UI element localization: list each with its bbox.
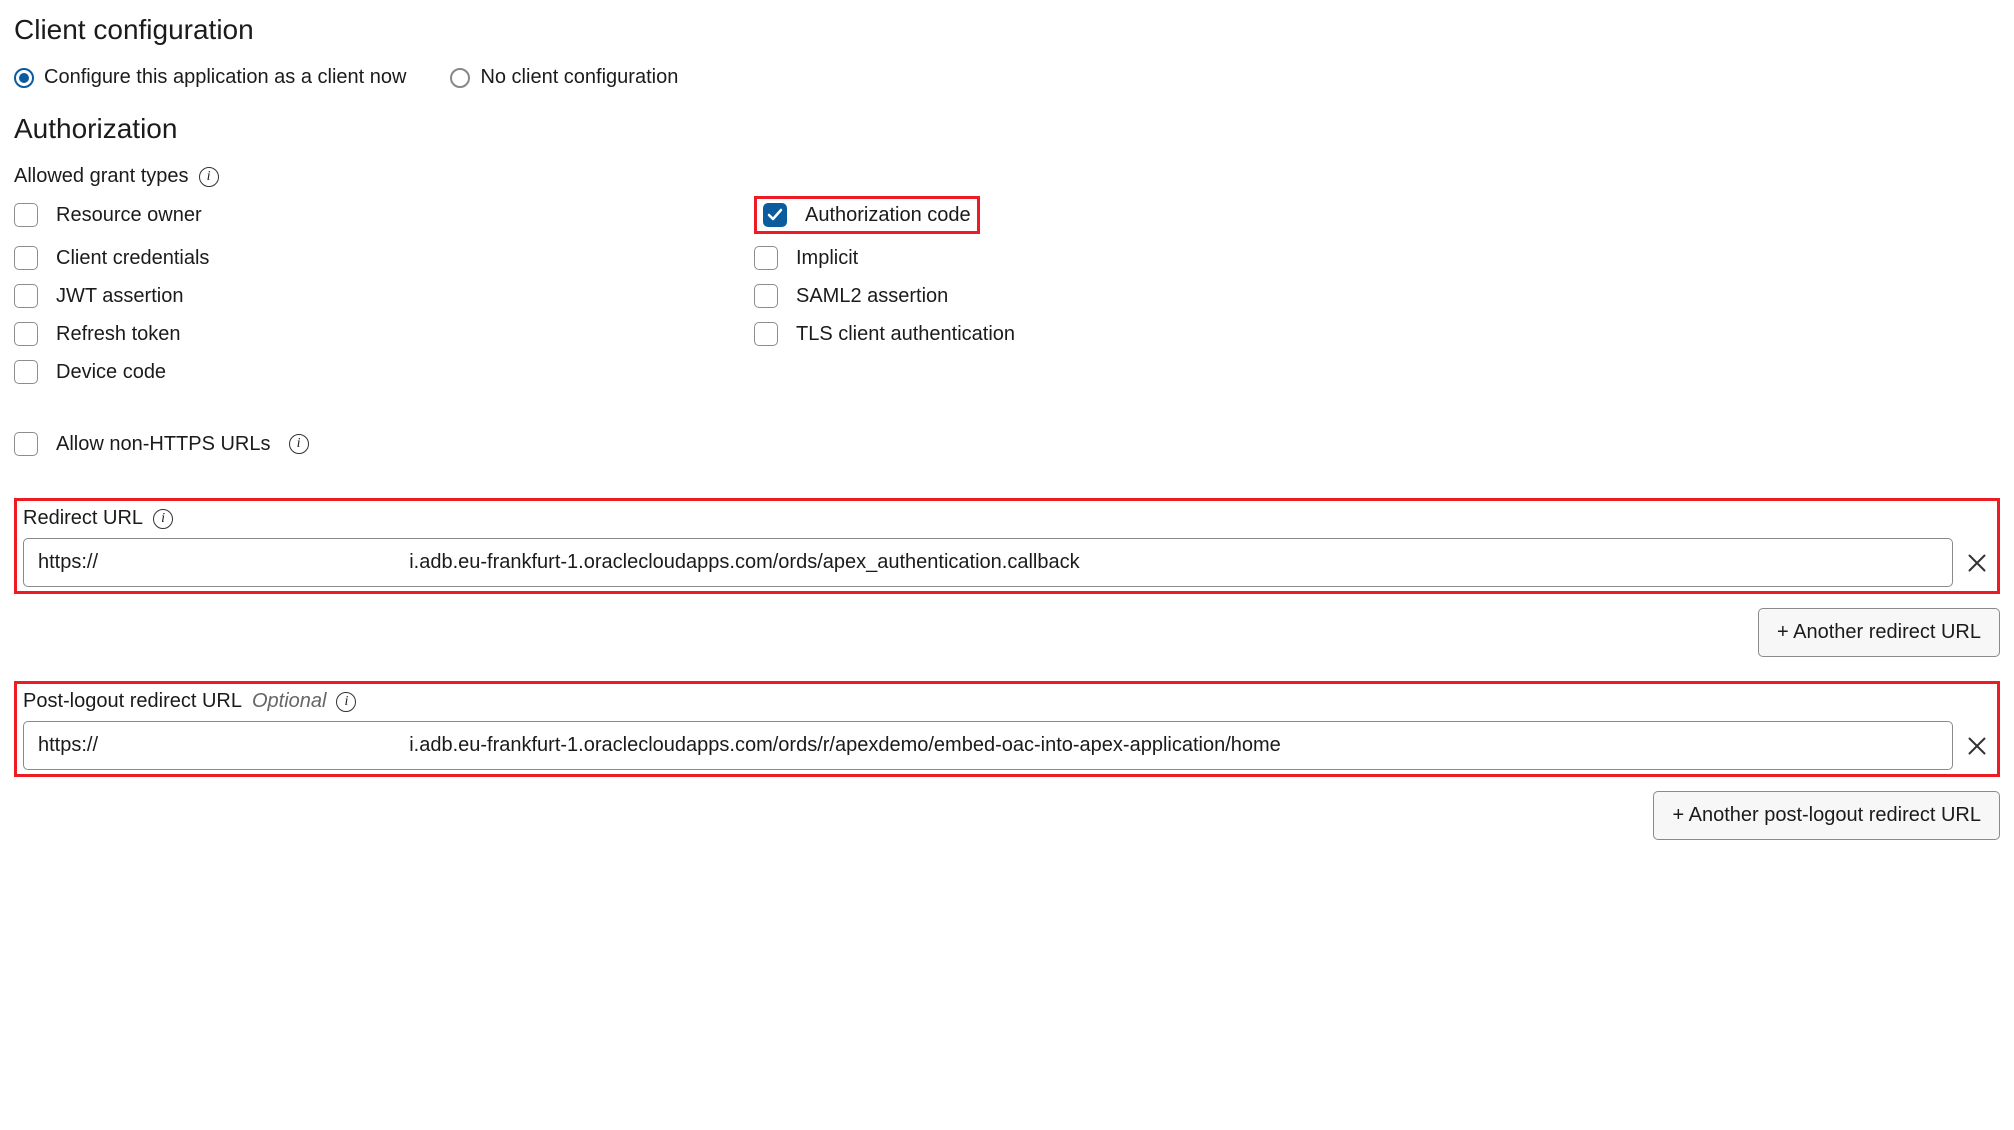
checkbox-label: Allow non-HTTPS URLs <box>56 433 271 456</box>
client-configuration-heading: Client configuration <box>14 14 2000 46</box>
checkbox-icon <box>14 322 38 346</box>
checkbox-resource-owner[interactable]: Resource owner <box>14 196 754 234</box>
post-logout-url-input[interactable] <box>23 721 1953 770</box>
radio-icon <box>14 68 34 88</box>
checkbox-saml2-assertion[interactable]: SAML2 assertion <box>754 282 2000 310</box>
checkbox-label: TLS client authentication <box>796 323 1015 346</box>
checkbox-icon <box>14 284 38 308</box>
allowed-grant-types-label-row: Allowed grant types i <box>14 165 2000 188</box>
checkbox-label: Client credentials <box>56 247 209 270</box>
radio-label: Configure this application as a client n… <box>44 66 406 89</box>
allowed-grant-types-label: Allowed grant types <box>14 165 189 188</box>
authorization-heading: Authorization <box>14 113 2000 145</box>
info-icon[interactable]: i <box>199 167 219 187</box>
add-redirect-button-row: + Another redirect URL <box>14 608 2000 657</box>
checkbox-authorization-code[interactable]: Authorization code <box>763 201 971 229</box>
post-logout-url-input-row <box>23 721 1991 770</box>
checkbox-allow-non-https[interactable]: Allow non-HTTPS URLs <box>14 430 271 458</box>
checkbox-label: Device code <box>56 361 166 384</box>
checkbox-label: Resource owner <box>56 204 202 227</box>
checkbox-refresh-token[interactable]: Refresh token <box>14 320 754 348</box>
redirect-url-label-row: Redirect URL i <box>23 507 1991 530</box>
post-logout-url-label: Post-logout redirect URL <box>23 690 242 713</box>
add-post-logout-button-row: + Another post-logout redirect URL <box>14 791 2000 840</box>
info-icon[interactable]: i <box>336 692 356 712</box>
allow-non-https-row: Allow non-HTTPS URLs i <box>14 430 2000 458</box>
checkbox-label: Refresh token <box>56 323 181 346</box>
checkbox-label: SAML2 assertion <box>796 285 948 308</box>
checkbox-tls-client-auth[interactable]: TLS client authentication <box>754 320 2000 348</box>
radio-label: No client configuration <box>480 66 678 89</box>
add-redirect-url-button[interactable]: + Another redirect URL <box>1758 608 2000 657</box>
checkbox-client-credentials[interactable]: Client credentials <box>14 244 754 272</box>
client-config-radio-group: Configure this application as a client n… <box>14 66 2000 89</box>
info-icon[interactable]: i <box>289 434 309 454</box>
checkbox-label: JWT assertion <box>56 285 183 308</box>
redirect-url-label: Redirect URL <box>23 507 143 530</box>
radio-no-client-config[interactable]: No client configuration <box>450 66 678 89</box>
radio-configure-now[interactable]: Configure this application as a client n… <box>14 66 406 89</box>
checkbox-device-code[interactable]: Device code <box>14 358 754 386</box>
checkbox-icon <box>754 322 778 346</box>
checkbox-icon <box>14 360 38 384</box>
redirect-url-highlight: Redirect URL i <box>14 498 2000 594</box>
checkbox-label: Implicit <box>796 247 858 270</box>
close-icon[interactable] <box>1963 549 1991 577</box>
checkbox-icon <box>754 246 778 270</box>
checkbox-icon <box>14 432 38 456</box>
checkbox-jwt-assertion[interactable]: JWT assertion <box>14 282 754 310</box>
checkbox-icon <box>14 203 38 227</box>
close-icon[interactable] <box>1963 732 1991 760</box>
grant-types-grid: Resource owner Authorization code Client… <box>14 196 2000 386</box>
checkbox-icon <box>754 284 778 308</box>
optional-label: Optional <box>252 690 327 713</box>
checkbox-label: Authorization code <box>805 204 971 227</box>
radio-icon <box>450 68 470 88</box>
info-icon[interactable]: i <box>153 509 173 529</box>
redirect-url-input[interactable] <box>23 538 1953 587</box>
add-post-logout-url-button[interactable]: + Another post-logout redirect URL <box>1653 791 2000 840</box>
redirect-url-input-row <box>23 538 1991 587</box>
post-logout-url-highlight: Post-logout redirect URL Optional i <box>14 681 2000 777</box>
checkbox-icon <box>14 246 38 270</box>
checkbox-icon <box>763 203 787 227</box>
checkbox-implicit[interactable]: Implicit <box>754 244 2000 272</box>
post-logout-url-label-row: Post-logout redirect URL Optional i <box>23 690 1991 713</box>
